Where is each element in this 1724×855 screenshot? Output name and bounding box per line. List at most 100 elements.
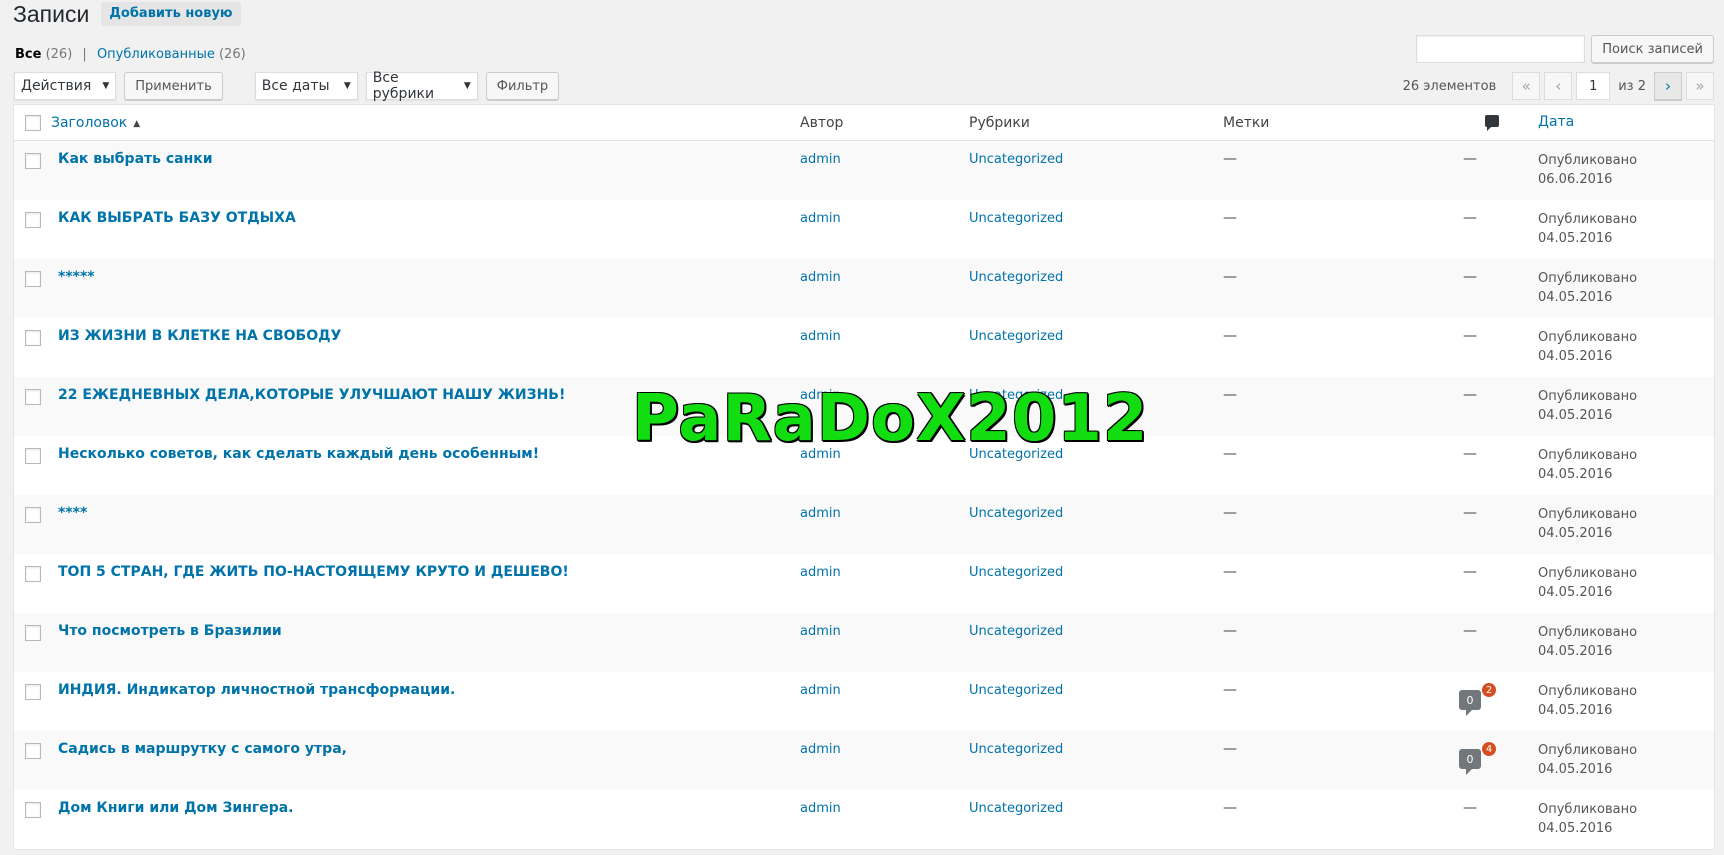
table-row: ИНДИЯ. Индикатор личностной трансформаци… — [14, 672, 1714, 731]
column-date-link[interactable]: Дата — [1538, 114, 1574, 130]
chevron-down-icon: ▼ — [343, 81, 351, 91]
post-title-link[interactable]: Что посмотреть в Бразилии — [56, 623, 282, 639]
view-published-link[interactable]: Опубликованные — [97, 47, 215, 62]
table-row: ***** admin Uncategorized — — Опубликова… — [14, 259, 1714, 318]
category-link[interactable]: Uncategorized — [969, 447, 1063, 462]
search-posts-button[interactable]: Поиск записей — [1591, 35, 1714, 63]
author-link[interactable]: admin — [800, 211, 841, 226]
category-link[interactable]: Uncategorized — [969, 506, 1063, 521]
row-checkbox[interactable] — [25, 625, 41, 641]
last-page-button[interactable]: » — [1686, 72, 1714, 100]
bulk-actions-select[interactable]: Действия ▼ — [14, 72, 117, 100]
post-title-link[interactable]: Садись в маршрутку с самого утра, — [56, 741, 347, 757]
column-comments[interactable] — [1457, 114, 1538, 131]
search-input[interactable] — [1416, 35, 1586, 63]
row-checkbox[interactable] — [25, 802, 41, 818]
row-checkbox[interactable] — [25, 271, 41, 287]
filter-button[interactable]: Фильтр — [485, 72, 560, 100]
add-new-button[interactable]: Добавить новую — [101, 2, 241, 26]
row-date-cell: Опубликовано 04.05.2016 — [1538, 682, 1713, 720]
category-link[interactable]: Uncategorized — [969, 152, 1063, 167]
row-checkbox-cell — [14, 741, 56, 759]
column-title-link[interactable]: Заголовок — [51, 115, 127, 131]
row-category-cell: Uncategorized — [969, 800, 1223, 816]
post-status: Опубликовано — [1538, 684, 1638, 699]
column-title[interactable]: Заголовок ▲ — [51, 115, 800, 131]
select-all-checkbox[interactable] — [25, 114, 41, 131]
category-link[interactable]: Uncategorized — [969, 565, 1063, 580]
pending-comments-badge[interactable]: 2 — [1481, 682, 1497, 698]
post-title-link[interactable]: ИНДИЯ. Индикатор личностной трансформаци… — [56, 682, 455, 698]
row-checkbox[interactable] — [25, 566, 41, 582]
approved-comments-badge[interactable]: 0 — [1459, 690, 1481, 716]
author-link[interactable]: admin — [800, 624, 841, 639]
category-link[interactable]: Uncategorized — [969, 742, 1063, 757]
row-tags-cell: — — [1223, 269, 1457, 285]
search-box: Поиск записей — [1416, 35, 1714, 63]
comment-count[interactable]: 0 2 — [1459, 682, 1499, 716]
post-date: 04.05.2016 — [1538, 585, 1613, 600]
post-title-link[interactable]: ТОП 5 СТРАН, ГДЕ ЖИТЬ ПО-НАСТОЯЩЕМУ КРУТ… — [56, 564, 569, 580]
post-title-link[interactable]: Как выбрать санки — [56, 151, 213, 167]
category-link[interactable]: Uncategorized — [969, 329, 1063, 344]
post-title-link[interactable]: КАК ВЫБРАТЬ БАЗУ ОТДЫХА — [56, 210, 296, 226]
row-checkbox[interactable] — [25, 448, 41, 464]
row-date-cell: Опубликовано 04.05.2016 — [1538, 564, 1713, 602]
next-page-button[interactable]: › — [1654, 72, 1682, 100]
post-date: 04.05.2016 — [1538, 821, 1613, 836]
row-checkbox[interactable] — [25, 507, 41, 523]
author-link[interactable]: admin — [800, 270, 841, 285]
post-title-link[interactable]: ***** — [56, 269, 95, 285]
author-link[interactable]: admin — [800, 801, 841, 816]
category-link[interactable]: Uncategorized — [969, 270, 1063, 285]
row-tags-cell: — — [1223, 741, 1457, 757]
row-checkbox[interactable] — [25, 330, 41, 346]
post-title-link[interactable]: Несколько советов, как сделать каждый де… — [56, 446, 539, 462]
approved-comments-badge[interactable]: 0 — [1459, 749, 1481, 775]
date-filter-select[interactable]: Все даты ▼ — [254, 72, 358, 100]
row-title-cell: КАК ВЫБРАТЬ БАЗУ ОТДЫХА — [56, 210, 800, 226]
post-date: 04.05.2016 — [1538, 644, 1613, 659]
table-row: **** admin Uncategorized — — Опубликован… — [14, 495, 1714, 554]
row-checkbox-cell — [14, 564, 56, 582]
row-checkbox[interactable] — [25, 153, 41, 169]
author-link[interactable]: admin — [800, 329, 841, 344]
author-link[interactable]: admin — [800, 742, 841, 757]
row-checkbox-cell — [14, 623, 56, 641]
category-link[interactable]: Uncategorized — [969, 683, 1063, 698]
current-page-input[interactable]: 1 — [1576, 72, 1611, 100]
post-date: 04.05.2016 — [1538, 762, 1613, 777]
author-link[interactable]: admin — [800, 388, 841, 403]
comments-empty: — — [1463, 328, 1477, 344]
author-link[interactable]: admin — [800, 152, 841, 167]
comment-count[interactable]: 0 4 — [1459, 741, 1499, 775]
table-row: ТОП 5 СТРАН, ГДЕ ЖИТЬ ПО-НАСТОЯЩЕМУ КРУТ… — [14, 554, 1714, 613]
category-link[interactable]: Uncategorized — [969, 211, 1063, 226]
row-checkbox[interactable] — [25, 212, 41, 228]
author-link[interactable]: admin — [800, 683, 841, 698]
row-date-cell: Опубликовано 04.05.2016 — [1538, 328, 1713, 366]
author-link[interactable]: admin — [800, 447, 841, 462]
row-author-cell: admin — [800, 210, 969, 226]
row-author-cell: admin — [800, 269, 969, 285]
author-link[interactable]: admin — [800, 565, 841, 580]
comments-empty: — — [1463, 151, 1477, 167]
post-title-link[interactable]: Дом Книги или Дом Зингера. — [56, 800, 294, 816]
column-date[interactable]: Дата — [1538, 113, 1713, 132]
apply-button[interactable]: Применить — [124, 72, 223, 100]
row-checkbox[interactable] — [25, 684, 41, 700]
category-filter-select[interactable]: Все рубрики ▼ — [365, 70, 478, 102]
pending-comments-badge[interactable]: 4 — [1481, 741, 1497, 757]
row-checkbox[interactable] — [25, 389, 41, 405]
post-title-link[interactable]: 22 ЕЖЕДНЕВНЫХ ДЕЛА,КОТОРЫЕ УЛУЧШАЮТ НАШУ… — [56, 387, 565, 403]
author-link[interactable]: admin — [800, 506, 841, 521]
post-title-link[interactable]: ИЗ ЖИЗНИ В КЛЕТКЕ НА СВОБОДУ — [56, 328, 341, 344]
category-link[interactable]: Uncategorized — [969, 801, 1063, 816]
category-link[interactable]: Uncategorized — [969, 624, 1063, 639]
row-checkbox[interactable] — [25, 743, 41, 759]
post-title-link[interactable]: **** — [56, 505, 87, 521]
category-filter-value: Все рубрики — [372, 70, 435, 102]
view-all-link[interactable]: Все — [15, 47, 41, 62]
category-link[interactable]: Uncategorized — [969, 388, 1063, 403]
row-checkbox-cell — [14, 800, 56, 818]
